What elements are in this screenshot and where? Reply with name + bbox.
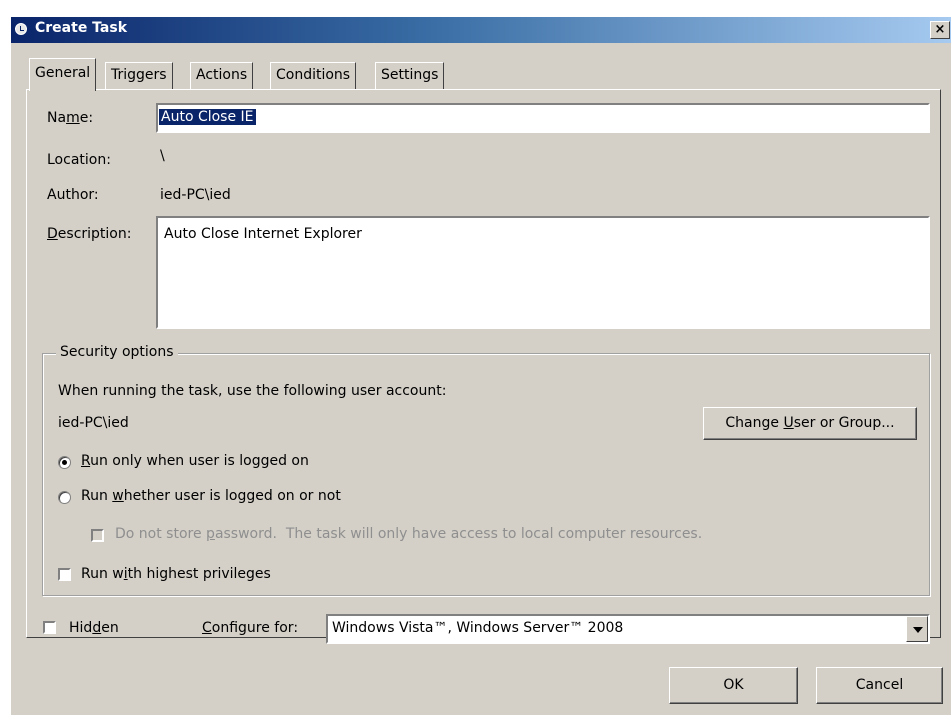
author-value: ied-PC\ied — [160, 187, 231, 203]
title-bar: Create Task × — [11, 17, 951, 43]
account-value: ied-PC\ied — [58, 415, 129, 431]
close-button[interactable]: × — [930, 21, 950, 39]
close-icon: × — [934, 22, 946, 37]
description-textarea[interactable]: Auto Close Internet Explorer — [156, 216, 930, 329]
description-value: Auto Close Internet Explorer — [164, 226, 362, 242]
name-input[interactable]: Auto Close IE — [156, 103, 930, 133]
no-store-password-checkbox — [91, 529, 104, 542]
configure-for-label: Configure for: — [202, 620, 299, 636]
window-title: Create Task — [35, 20, 128, 36]
hidden-label[interactable]: Hidden — [69, 620, 119, 636]
tab-conditions[interactable]: Conditions — [270, 62, 357, 89]
run-logged-on-label[interactable]: Run only when user is logged on — [81, 453, 309, 469]
dropdown-button[interactable] — [906, 616, 928, 642]
author-label: Author: — [47, 187, 99, 203]
location-value: \ — [160, 148, 165, 164]
cancel-button[interactable]: Cancel — [816, 667, 943, 704]
description-label: Description: — [47, 226, 132, 242]
task-scheduler-clock-icon — [15, 23, 27, 35]
tab-actions[interactable]: Actions — [190, 62, 254, 89]
name-value: Auto Close IE — [159, 109, 256, 125]
run-logged-on-radio[interactable] — [58, 456, 71, 469]
change-user-button[interactable]: Change User or Group... — [703, 407, 917, 440]
run-whether-radio[interactable] — [58, 491, 71, 504]
configure-for-value: Windows Vista™, Windows Server™ 2008 — [332, 620, 624, 636]
no-store-password-label: Do not store password. The task will onl… — [115, 526, 703, 542]
highest-privileges-label[interactable]: Run with highest privileges — [81, 566, 271, 582]
account-prompt: When running the task, use the following… — [58, 383, 447, 399]
highest-privileges-checkbox[interactable] — [58, 568, 71, 581]
ok-button[interactable]: OK — [669, 667, 798, 704]
location-label: Location: — [47, 152, 111, 168]
run-whether-label[interactable]: Run whether user is logged on or not — [81, 488, 341, 504]
security-options-title: Security options — [56, 344, 178, 360]
name-label: Name: — [47, 110, 94, 126]
tab-general[interactable]: General — [29, 58, 97, 91]
configure-for-select[interactable]: Windows Vista™, Windows Server™ 2008 — [326, 614, 930, 644]
hidden-checkbox[interactable] — [43, 621, 56, 634]
tab-triggers[interactable]: Triggers — [105, 62, 173, 89]
tab-settings[interactable]: Settings — [375, 62, 445, 89]
chevron-down-icon — [913, 627, 923, 633]
